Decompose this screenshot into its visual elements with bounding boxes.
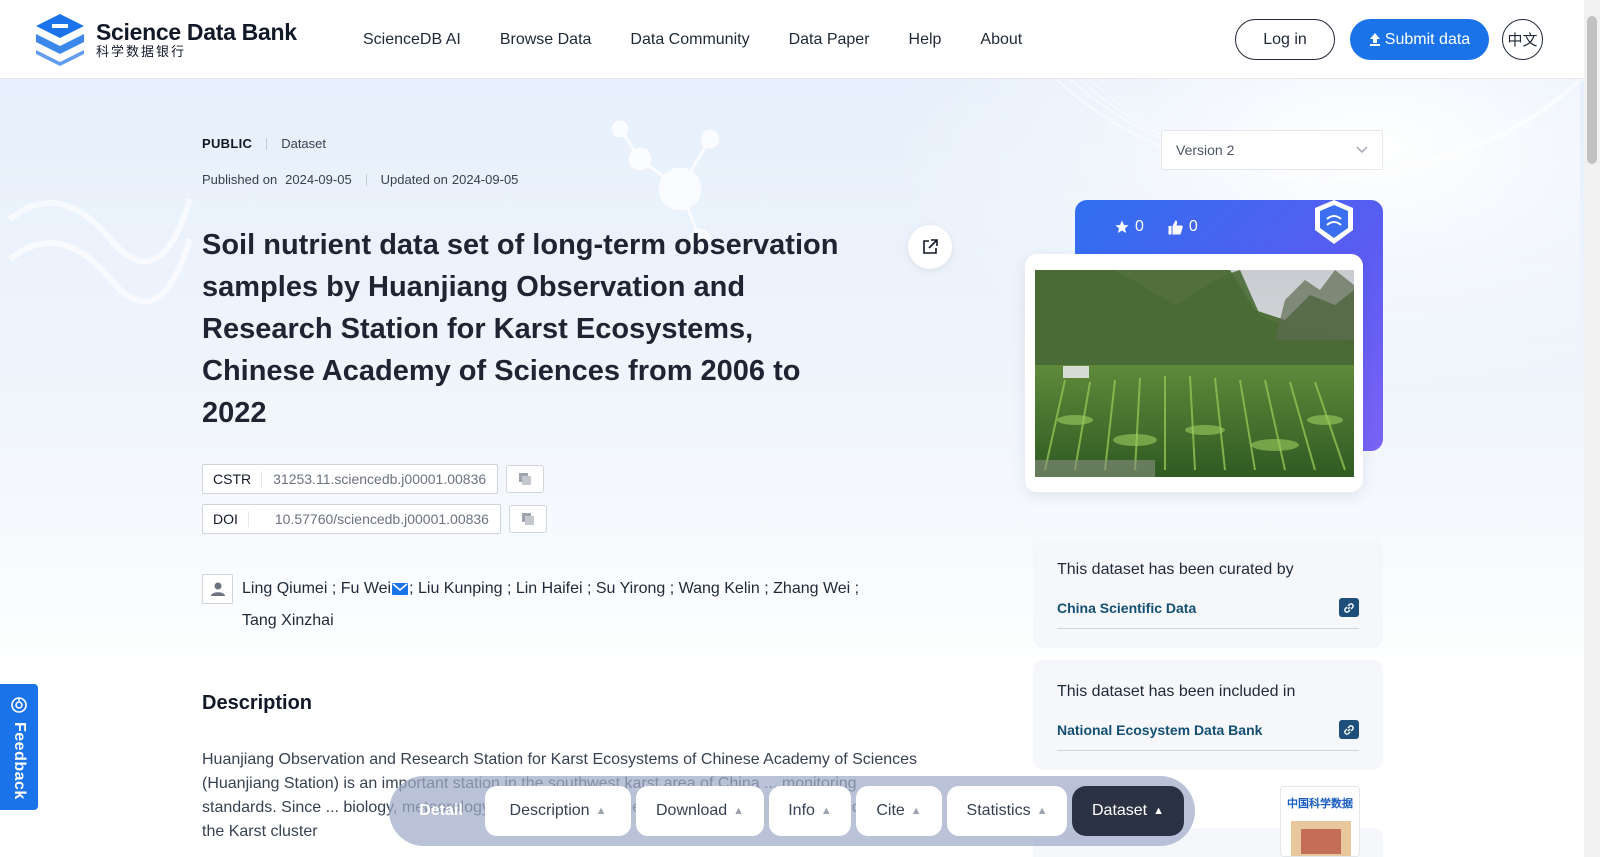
logo-title: Science Data Bank	[96, 19, 297, 45]
star-icon	[1115, 220, 1129, 233]
cstr-label: CSTR	[203, 471, 263, 487]
nav-browse-data[interactable]: Browse Data	[481, 31, 612, 49]
version-value: Version 2	[1176, 142, 1235, 158]
dataset-photo[interactable]	[1035, 270, 1354, 477]
copy-doi-button[interactable]	[508, 505, 547, 533]
chevron-down-icon	[1356, 146, 1368, 153]
doi-label: DOI	[203, 511, 249, 527]
certified-badge-icon	[1315, 200, 1353, 244]
external-link-icon[interactable]	[1339, 720, 1359, 739]
cstr-field: CSTR 31253.11.sciencedb.j00001.00836	[202, 464, 499, 494]
tab-statistics[interactable]: Statistics ▲	[947, 786, 1067, 836]
tab-cite[interactable]: Cite ▲	[856, 786, 942, 836]
authors-part-1[interactable]: Ling Qiumei ; Fu Wei	[242, 580, 391, 597]
included-card: This dataset has been included in Nation…	[1033, 660, 1383, 770]
tab-dataset[interactable]: Dataset ▲	[1072, 786, 1184, 836]
doi-row: DOI 10.57760/sciencedb.j00001.00836	[202, 504, 547, 534]
copy-icon	[521, 513, 534, 525]
thumbs-up-icon	[1168, 220, 1183, 234]
nav-help[interactable]: Help	[890, 31, 962, 49]
cstr-value[interactable]: 31253.11.sciencedb.j00001.00836	[262, 471, 497, 487]
feedback-label: Feedback	[11, 722, 28, 800]
authors-block: Ling Qiumei ; Fu Wei ; Liu Kunping ; Lin …	[202, 574, 882, 637]
page-scrollbar[interactable]	[1584, 0, 1600, 857]
nav-sciencedb-ai[interactable]: ScienceDB AI	[344, 31, 481, 49]
top-header: Science Data Bank 科学数据银行 ScienceDB AI Br…	[0, 0, 1584, 79]
chevron-up-icon: ▲	[1153, 805, 1165, 817]
doi-field: DOI 10.57760/sciencedb.j00001.00836	[202, 504, 501, 534]
main-nav: ScienceDB AI Browse Data Data Community …	[344, 0, 1042, 79]
feedback-tab[interactable]: Feedback	[0, 684, 38, 810]
chevron-up-icon: ▲	[910, 805, 922, 817]
submit-data-label: Submit data	[1384, 30, 1471, 48]
version-select[interactable]: Version 2	[1161, 130, 1383, 170]
tab-description[interactable]: Description ▲	[485, 786, 631, 836]
chevron-up-icon: ▲	[1036, 805, 1048, 817]
dataset-title: Soil nutrient data set of long-term obse…	[202, 229, 839, 429]
submit-data-button[interactable]: Submit data	[1350, 19, 1489, 60]
chevron-up-icon: ▲	[595, 805, 607, 817]
author-list: Ling Qiumei ; Fu Wei ; Liu Kunping ; Lin …	[242, 573, 859, 637]
curated-text: This dataset has been curated by	[1057, 561, 1294, 578]
chevron-up-icon: ▲	[820, 805, 832, 817]
updated-label: Updated on	[380, 172, 448, 187]
journal-cover[interactable]: 中国科学数据	[1280, 786, 1360, 857]
nav-data-community[interactable]: Data Community	[611, 31, 769, 49]
curated-card: This dataset has been curated by China S…	[1033, 538, 1383, 648]
logo-subtitle: 科学数据银行	[96, 44, 187, 59]
dna-decoration	[8, 198, 193, 305]
logo-mark-icon	[36, 14, 84, 66]
dataset-tags: PUBLIC Dataset	[202, 136, 326, 151]
authors-line-2[interactable]: Tang Xinzhai	[242, 612, 334, 629]
like-stat[interactable]: 0	[1168, 218, 1198, 236]
curated-link[interactable]: China Scientific Data	[1057, 600, 1196, 616]
copy-icon	[519, 473, 532, 485]
mail-icon[interactable]	[392, 582, 409, 595]
login-button[interactable]: Log in	[1235, 19, 1335, 60]
scroll-thumb[interactable]	[1587, 16, 1597, 164]
published-date: 2024-09-05	[285, 172, 352, 187]
dataset-image-card	[1025, 254, 1363, 492]
updated-date: 2024-09-05	[451, 172, 519, 187]
star-stat[interactable]: 0	[1115, 218, 1144, 236]
access-badge: PUBLIC	[202, 136, 253, 151]
bottom-section-nav: Detail Description ▲ Download ▲ Info ▲ Cite…	[389, 776, 1195, 846]
cstr-row: CSTR 31253.11.sciencedb.j00001.00836	[202, 464, 545, 494]
tab-download[interactable]: Download ▲	[636, 786, 764, 836]
chevron-up-icon: ▲	[733, 805, 745, 817]
share-button[interactable]	[908, 225, 952, 269]
upload-icon	[1369, 32, 1380, 46]
author-user-icon	[202, 574, 233, 604]
feedback-icon	[11, 697, 27, 713]
share-icon	[923, 239, 938, 254]
dataset-dates: Published on 2024-09-05 Updated on 2024-…	[202, 172, 518, 187]
logo[interactable]: Science Data Bank 科学数据银行	[32, 12, 297, 68]
nav-about[interactable]: About	[961, 31, 1042, 49]
like-count: 0	[1188, 218, 1198, 235]
published-label: Published on	[202, 172, 278, 187]
detail-label: Detail	[419, 802, 463, 819]
included-link[interactable]: National Ecosystem Data Bank	[1057, 722, 1262, 738]
language-toggle[interactable]: 中文	[1502, 19, 1543, 60]
included-text: This dataset has been included in	[1057, 683, 1296, 700]
external-link-icon[interactable]	[1339, 598, 1359, 617]
star-count: 0	[1135, 218, 1144, 235]
journal-title: 中国科学数据	[1287, 798, 1353, 810]
doi-value[interactable]: 10.57760/sciencedb.j00001.00836	[249, 511, 500, 527]
authors-part-2[interactable]: ; Liu Kunping ; Lin Haifei ; Su Yirong ;…	[409, 580, 859, 597]
nav-data-paper[interactable]: Data Paper	[770, 31, 890, 49]
type-badge: Dataset	[281, 136, 327, 151]
tab-info[interactable]: Info ▲	[769, 786, 851, 836]
description-heading: Description	[202, 692, 313, 714]
copy-cstr-button[interactable]	[506, 465, 545, 493]
